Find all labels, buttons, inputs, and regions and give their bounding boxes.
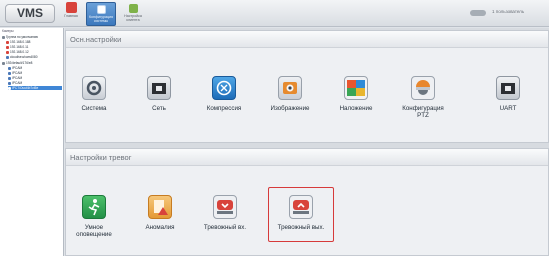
anomaly-icon — [148, 195, 172, 219]
tree-item-label: Группа по умолчанию — [6, 35, 38, 39]
tile-ptz-label: Конфигурация PTZ — [402, 105, 444, 119]
tree-item-selected[interactable]: IPC7/Ouut4b7ct5e — [8, 86, 62, 90]
overlay-icon — [344, 76, 368, 100]
tile-ptz[interactable]: Конфигурация PTZ — [399, 76, 447, 119]
main-panel: Осн.настройки Система Сеть Компрессия Из… — [65, 28, 549, 256]
tile-uart[interactable]: UART — [484, 76, 532, 112]
tree-item[interactable]: IPCAM — [8, 81, 62, 85]
main-settings-header: Осн.настройки — [66, 31, 548, 48]
gear-icon — [82, 76, 106, 100]
camera-icon — [6, 45, 9, 49]
tree-item[interactable]: cloudiveo/cam4080 — [6, 55, 62, 59]
alarm-settings-header: Настройки тревог — [66, 149, 548, 166]
alarm-in-icon — [213, 195, 237, 219]
tree-item-label: 192.168.0.12 — [10, 50, 29, 54]
tree-item-label: IPC7/Ouut4b7ct5e — [12, 86, 39, 90]
camera-icon — [8, 86, 11, 90]
compression-icon — [212, 76, 236, 100]
user-status-text[interactable]: 1 пользователь — [492, 9, 524, 14]
main-settings-title: Осн.настройки — [70, 35, 122, 44]
tree-item[interactable]: 192.168.0.12 — [6, 50, 62, 54]
camera-icon — [6, 40, 9, 44]
tile-alarm-in-label: Тревожный вх. — [203, 224, 247, 231]
tree-item[interactable]: 192.168.0.188 — [6, 40, 62, 44]
tree-item-label: 192.168.0.11 — [10, 45, 29, 49]
tree-item[interactable]: 192.168.0.11 — [6, 45, 62, 49]
client-icon — [128, 4, 138, 13]
app-logo: VMS — [5, 4, 55, 23]
ptz-icon — [411, 76, 435, 100]
alarm-settings-section: Настройки тревог Умное оповещение Аномал… — [65, 148, 549, 256]
home-icon — [65, 2, 77, 13]
tile-network-label: Сеть — [152, 105, 166, 112]
tree-item-label: IPCAM — [12, 66, 23, 70]
tree-item[interactable]: IPCAM — [8, 66, 62, 70]
tree-header: Камеры — [2, 29, 14, 33]
tree-item-label: cloudiveo/cam4080 — [10, 55, 38, 59]
tile-alarm-in[interactable]: Тревожный вх. — [201, 195, 249, 231]
uart-icon — [496, 76, 520, 100]
client-settings-label: Настройка клиента — [124, 14, 142, 22]
config-icon — [96, 5, 106, 14]
tree-item[interactable]: Группа по умолчанию — [2, 35, 62, 39]
camera-icon — [6, 50, 9, 54]
tile-smart-alert-label: Умное оповещение — [76, 224, 112, 238]
tile-uart-label: UART — [499, 105, 517, 112]
tree-item-label: IPCAM — [12, 81, 23, 85]
top-toolbar: VMS Главная Конфигурация системы Настрой… — [0, 0, 549, 27]
device-tree: Камеры Группа по умолчанию 192.168.0.188… — [0, 28, 64, 256]
tile-system-label: Система — [81, 105, 107, 112]
tile-anomaly-label: Аномалия — [145, 224, 175, 231]
tree-item-label: IPCAM — [12, 71, 23, 75]
network-icon — [147, 76, 171, 100]
alarm-out-icon — [289, 195, 313, 219]
home-button[interactable]: Главная — [64, 2, 78, 26]
camera-icon — [6, 55, 9, 59]
home-button-label: Главная — [64, 14, 78, 18]
tree-item[interactable]: IPCAM — [8, 71, 62, 75]
tile-network[interactable]: Сеть — [135, 76, 183, 112]
tile-anomaly[interactable]: Аномалия — [136, 195, 184, 231]
tile-alarm-out-label: Тревожный вых. — [277, 224, 325, 231]
camera-icon — [8, 71, 11, 75]
tree-item-label: IPCAM — [12, 76, 23, 80]
tile-smart-alert[interactable]: Умное оповещение — [70, 195, 118, 238]
camera-icon — [8, 76, 11, 80]
tree-item-label: 192.168.0.188 — [10, 40, 31, 44]
tile-overlay[interactable]: Наложение — [332, 76, 380, 112]
tile-image[interactable]: Изображение — [266, 76, 314, 112]
client-settings-button[interactable]: Настройка клиента — [118, 2, 148, 26]
tile-alarm-out[interactable]: Тревожный вых. — [268, 187, 334, 242]
tile-system[interactable]: Система — [70, 76, 118, 112]
tree-item[interactable]: IPCAM — [8, 76, 62, 80]
tile-compression-label: Компрессия — [206, 105, 242, 112]
image-icon — [278, 76, 302, 100]
camera-icon — [8, 66, 11, 70]
tile-overlay-label: Наложение — [339, 105, 373, 112]
tile-compression[interactable]: Компрессия — [200, 76, 248, 112]
alarm-settings-title: Настройки тревог — [70, 153, 132, 162]
folder-icon — [2, 61, 5, 65]
status-indicator-icon — [470, 10, 486, 16]
tree-item-label: 192/default/176/e8 — [6, 61, 33, 65]
camera-icon — [8, 81, 11, 85]
tree-item[interactable]: 192/default/176/e8 — [2, 61, 62, 65]
system-config-label: Конфигурация системы — [88, 15, 114, 23]
system-config-button[interactable]: Конфигурация системы — [86, 2, 116, 26]
folder-icon — [2, 35, 5, 39]
smart-alert-icon — [82, 195, 106, 219]
main-settings-section: Осн.настройки Система Сеть Компрессия Из… — [65, 30, 549, 143]
tile-image-label: Изображение — [270, 105, 310, 112]
